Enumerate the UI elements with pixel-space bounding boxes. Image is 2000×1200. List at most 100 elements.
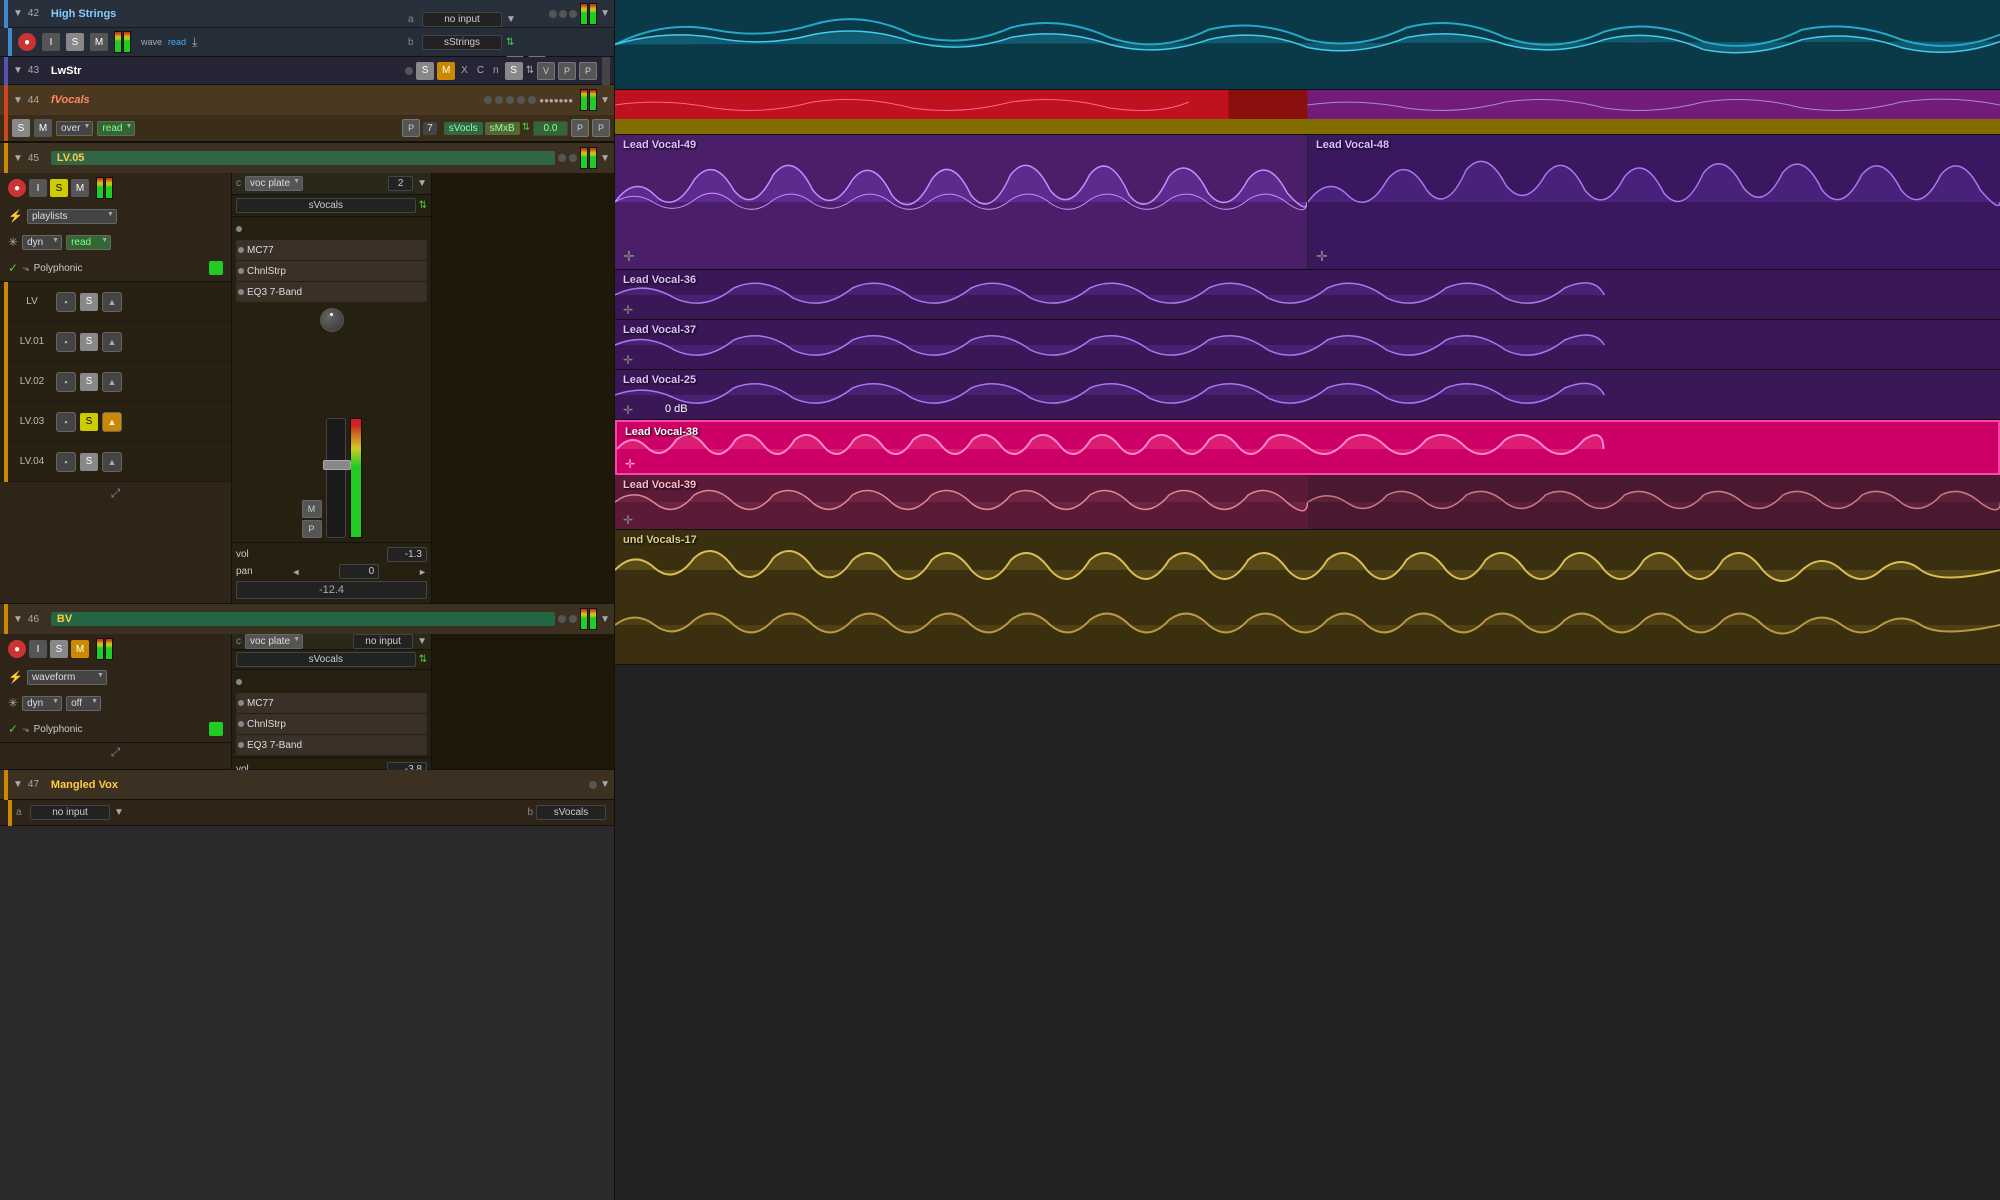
track-45-m-fader-btn[interactable]: M	[302, 500, 322, 518]
track-43-dot[interactable]	[405, 67, 413, 75]
sub-track-lv01-s[interactable]: S	[80, 333, 98, 351]
sub-track-lv03-sq[interactable]: ▪	[56, 412, 76, 432]
track-45-fader-track[interactable]	[326, 418, 346, 538]
track-42-input-b[interactable]: sStrings	[422, 35, 502, 50]
track-44-collapse-arrow[interactable]: ▼	[11, 95, 25, 106]
track-43-s-btn[interactable]: S	[416, 62, 434, 80]
track-46-plugin-mc77[interactable]: MC77	[236, 693, 427, 713]
track-44-pp1-btn[interactable]: P	[571, 119, 589, 137]
track-46-dyn-dropdown[interactable]: dyn	[22, 696, 62, 711]
sub-track-lv-s[interactable]: S	[80, 293, 98, 311]
sub-track-lv02-s[interactable]: S	[80, 373, 98, 391]
track-45-s-btn[interactable]: S	[50, 179, 68, 197]
track-46-dot2[interactable]	[569, 615, 577, 623]
track-46-plugin-eq3[interactable]: EQ3 7-Band	[236, 735, 427, 755]
track-46-bottom-icon[interactable]: ⤢	[111, 745, 121, 760]
track-46-svocals-display[interactable]: sVocals	[236, 652, 416, 667]
track-42-m-btn[interactable]: M	[90, 33, 108, 51]
track-43-s2-btn[interactable]: S	[505, 62, 523, 80]
track-45-plugin-eq3[interactable]: EQ3 7-Band	[236, 282, 427, 302]
track-45-m-btn[interactable]: M	[71, 179, 89, 197]
track-44-meter	[580, 89, 597, 111]
track-44-header: ▼ 44 fVocals ●●●●●●● ▼	[0, 85, 614, 115]
track-46-collapse-arrow[interactable]: ▼	[11, 614, 25, 625]
track-46-m-btn[interactable]: M	[71, 640, 89, 658]
track-43-collapse-arrow[interactable]: ▼	[11, 65, 25, 76]
track-45-dot2[interactable]	[569, 154, 577, 162]
track-45-i-btn[interactable]: I	[29, 179, 47, 197]
track-42-input-a[interactable]: no input	[422, 12, 502, 27]
track-44-over-dropdown[interactable]: over	[56, 121, 93, 136]
track-44-smxb-badge[interactable]: sMxB	[485, 122, 520, 135]
track-45-dot1[interactable]	[558, 154, 566, 162]
track-44-dot2[interactable]	[495, 96, 503, 104]
track-44-p1-btn[interactable]: P	[402, 119, 420, 137]
sub-track-lv02-sq[interactable]: ▪	[56, 372, 76, 392]
track-43-p2-btn[interactable]: P	[579, 62, 597, 80]
track-44-s-btn[interactable]: S	[12, 119, 30, 137]
track-43-scrollbar[interactable]	[602, 57, 610, 85]
track-45-collapse-arrow[interactable]: ▼	[11, 153, 25, 164]
track-42-i-btn[interactable]: I	[42, 33, 60, 51]
track-45-expand-icon[interactable]: ⤢	[0, 482, 231, 505]
track-42-s-btn[interactable]: S	[66, 33, 84, 51]
track-44-read-dropdown[interactable]: read	[97, 121, 135, 136]
track-44-dropdown[interactable]: ▼	[600, 95, 610, 106]
track-47-dropdown[interactable]: ▼	[600, 779, 610, 790]
track-44-dot1[interactable]	[484, 96, 492, 104]
sub-track-lv04-up[interactable]: ▲	[102, 452, 122, 472]
track-43-m-btn[interactable]: M	[437, 62, 455, 80]
track-45-rec-btn[interactable]: ●	[8, 179, 26, 197]
track-46-out-dropdown[interactable]: ▼	[417, 636, 427, 647]
sub-track-lv04-sq[interactable]: ▪	[56, 452, 76, 472]
track-47-input-b[interactable]: sVocals	[536, 805, 606, 820]
sub-track-lv01-up[interactable]: ▲	[102, 332, 122, 352]
sub-track-lv03-s[interactable]: S	[80, 413, 98, 431]
track-47-input-a[interactable]: no input	[30, 805, 110, 820]
track-46-i-btn[interactable]: I	[29, 640, 47, 658]
track-47-collapse-arrow[interactable]: ▼	[11, 779, 25, 790]
track-44-dot5[interactable]	[528, 96, 536, 104]
track-44-pp2-btn[interactable]: P	[592, 119, 610, 137]
track-45-out-dropdown[interactable]: ▼	[417, 178, 427, 189]
track-45-read-dropdown[interactable]: read	[66, 235, 111, 250]
track-45-dropdown[interactable]: ▼	[600, 153, 610, 164]
track-44-dot4[interactable]	[517, 96, 525, 104]
track-44-svocls-badge[interactable]: sVocls	[444, 122, 483, 135]
track-45-playlists-dropdown[interactable]: playlists	[27, 209, 117, 224]
sub-track-lv01-sq[interactable]: ▪	[56, 332, 76, 352]
track-46-plugin-chnlstrp[interactable]: ChnlStrp	[236, 714, 427, 734]
track-46-rec-btn[interactable]: ●	[8, 640, 26, 658]
track-43-v-btn[interactable]: V	[537, 62, 555, 80]
track-47-dropdown2[interactable]: ▼	[114, 807, 124, 818]
track-44-dot3[interactable]	[506, 96, 514, 104]
track-45-voc-plate-dropdown[interactable]: voc plate	[245, 176, 303, 191]
track-46-voc-plate-dropdown[interactable]: voc plate	[245, 634, 303, 649]
track-47-dot1[interactable]	[589, 781, 597, 789]
track-46-output-display[interactable]: no input	[353, 634, 413, 649]
sub-track-lv-sq[interactable]: ▪	[56, 292, 76, 312]
track-46-s-btn[interactable]: S	[50, 640, 68, 658]
track-46-off-dropdown[interactable]: off	[66, 696, 101, 711]
track-44-m-btn[interactable]: M	[34, 119, 52, 137]
sub-track-lv02-up[interactable]: ▲	[102, 372, 122, 392]
track-46-dot1[interactable]	[558, 615, 566, 623]
track-46-waveform-dropdown[interactable]: waveform	[27, 670, 107, 685]
track-43-p1-btn[interactable]: P	[558, 62, 576, 80]
wf-lead-vocal-38[interactable]: Lead Vocal-38 ✛	[615, 420, 2000, 475]
track-45-dyn-dropdown[interactable]: dyn	[22, 235, 62, 250]
track-45-p-fader-btn[interactable]: P	[302, 520, 322, 538]
track-45-output-display[interactable]: 2	[388, 176, 413, 191]
track-46-dropdown[interactable]: ▼	[600, 614, 610, 625]
sub-track-lv03-up[interactable]: ▲	[102, 412, 122, 432]
track-45-svocals-display[interactable]: sVocals	[236, 198, 416, 213]
sub-track-lv-up[interactable]: ▲	[102, 292, 122, 312]
track-45-fader-thumb[interactable]	[323, 460, 351, 470]
sub-track-lv04-s[interactable]: S	[80, 453, 98, 471]
track-45-plugin-mc77[interactable]: MC77	[236, 240, 427, 260]
track-42-send-b-arrow[interactable]: ⇅	[506, 37, 514, 48]
track-42-rec-btn[interactable]: ●	[18, 33, 36, 51]
track-42-collapse-arrow[interactable]: ▼	[11, 8, 25, 19]
track-45-plugin-chnlstrp[interactable]: ChnlStrp	[236, 261, 427, 281]
track-45-knob[interactable]	[320, 308, 344, 332]
